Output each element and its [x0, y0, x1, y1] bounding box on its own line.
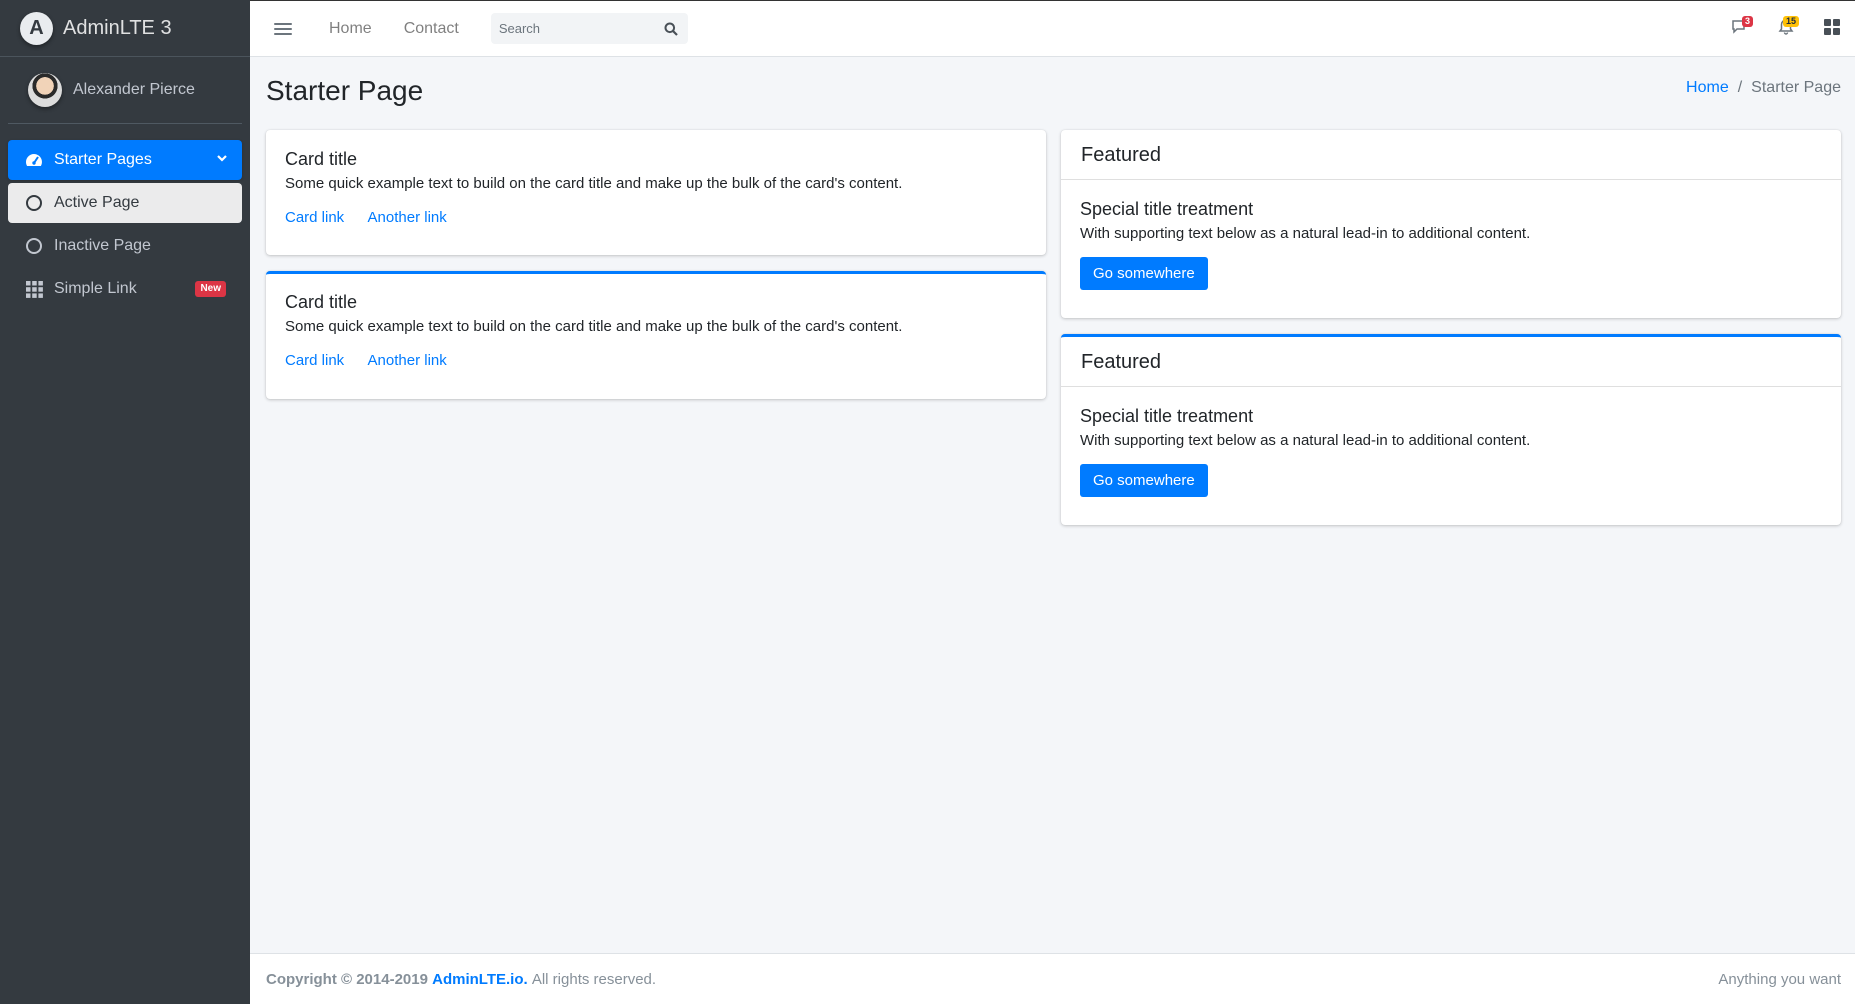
- th-icon: [24, 279, 44, 299]
- breadcrumb-current: Starter Page: [1751, 79, 1841, 96]
- card: Card title Some quick example text to bu…: [266, 130, 1046, 255]
- footer-right-text: Anything you want: [1718, 970, 1841, 988]
- page-title: Starter Page: [266, 75, 424, 106]
- card-text: Some quick example text to build on the …: [285, 318, 903, 335]
- breadcrumb-separator: /: [1737, 79, 1743, 96]
- th-large-icon: [1824, 18, 1840, 40]
- navbar-right: 3 15: [1717, 1, 1855, 57]
- control-sidebar-toggle[interactable]: [1809, 9, 1855, 49]
- brand-text: AdminLTE 3: [63, 16, 172, 39]
- tachometer-icon: [24, 150, 44, 170]
- copyright-text: Copyright © 2014-2019: [266, 970, 428, 988]
- messages-count-badge: 3: [1741, 16, 1753, 27]
- breadcrumb: Home / Starter Page: [1686, 79, 1841, 97]
- card-text: Some quick example text to build on the …: [285, 175, 903, 192]
- content-header: Starter Page Home / Starter Page: [266, 72, 1841, 112]
- another-link[interactable]: Another link: [368, 209, 447, 226]
- new-badge: New: [195, 281, 226, 297]
- card-title: Special title treatment: [1080, 199, 1254, 219]
- go-somewhere-button[interactable]: Go somewhere: [1080, 257, 1208, 290]
- card-text: With supporting text below as a natural …: [1080, 225, 1531, 242]
- featured-card: Featured Special title treatment With su…: [1061, 130, 1841, 318]
- card-body: Card title Some quick example text to bu…: [266, 274, 1046, 388]
- circle-icon: [24, 193, 44, 213]
- card-link[interactable]: Card link: [285, 209, 344, 226]
- card-header: Featured: [1061, 337, 1841, 387]
- card-header: Featured: [1061, 130, 1841, 180]
- menu-toggle-icon[interactable]: [274, 22, 292, 35]
- brand-link[interactable]: A AdminLTE 3: [0, 0, 250, 57]
- card-title: Special title treatment: [1080, 406, 1254, 426]
- sidebar-item-simple-link[interactable]: Simple Link New: [8, 269, 242, 309]
- sidebar-item-label: Starter Pages: [54, 151, 152, 168]
- card-body: Card title Some quick example text to bu…: [266, 130, 1046, 245]
- main-footer: Copyright © 2014-2019 AdminLTE.io. All r…: [250, 953, 1855, 1004]
- card-links: Card link Another link: [285, 352, 1027, 369]
- featured-card-primary-outline: Featured Special title treatment With su…: [1061, 334, 1841, 525]
- card-link[interactable]: Card link: [285, 352, 344, 369]
- card-title: Card title: [285, 292, 358, 312]
- card-primary-outline: Card title Some quick example text to bu…: [266, 271, 1046, 399]
- another-link[interactable]: Another link: [368, 352, 447, 369]
- sidebar-item-inactive-page[interactable]: Inactive Page: [8, 226, 242, 266]
- sidebar-item-active-page[interactable]: Active Page: [8, 183, 242, 223]
- main-sidebar: A AdminLTE 3 Alexander Pierce Starter Pa…: [0, 0, 250, 1004]
- circle-icon: [24, 236, 44, 256]
- sidebar-nav: Starter Pages Active Page Inactive Page …: [0, 124, 250, 309]
- nav-link-contact[interactable]: Contact: [404, 20, 459, 38]
- top-navbar: Home Contact 3 15: [250, 0, 1855, 57]
- breadcrumb-home-link[interactable]: Home: [1686, 79, 1729, 97]
- card-body: Special title treatment With supporting …: [1061, 387, 1841, 516]
- notifications-count-badge: 15: [1782, 16, 1799, 27]
- card-links: Card link Another link: [285, 209, 1027, 226]
- sidebar-item-starter-pages[interactable]: Starter Pages: [8, 140, 242, 180]
- sidebar-item-label: Inactive Page: [54, 237, 151, 254]
- rights-text: All rights reserved.: [531, 970, 657, 988]
- user-avatar: [28, 73, 62, 107]
- go-somewhere-button[interactable]: Go somewhere: [1080, 464, 1208, 497]
- user-name-link[interactable]: Alexander Pierce: [73, 81, 195, 99]
- card-title: Card title: [285, 149, 358, 169]
- sidebar-item-label: Simple Link: [54, 280, 137, 297]
- footer-brand-link[interactable]: AdminLTE.io.: [432, 971, 528, 988]
- sidebar-item-label: Active Page: [54, 194, 140, 211]
- search-icon[interactable]: [656, 13, 686, 44]
- card-text: With supporting text below as a natural …: [1080, 432, 1531, 449]
- user-panel: Alexander Pierce: [8, 57, 242, 124]
- card-body: Special title treatment With supporting …: [1061, 180, 1841, 309]
- search-input[interactable]: [490, 21, 656, 36]
- chevron-down-icon: [216, 151, 228, 169]
- brand-logo-icon: A: [20, 11, 53, 45]
- messages-dropdown[interactable]: 3: [1717, 9, 1763, 49]
- search-form: [490, 13, 688, 44]
- notifications-dropdown[interactable]: 15: [1763, 9, 1809, 49]
- nav-link-home[interactable]: Home: [329, 20, 372, 38]
